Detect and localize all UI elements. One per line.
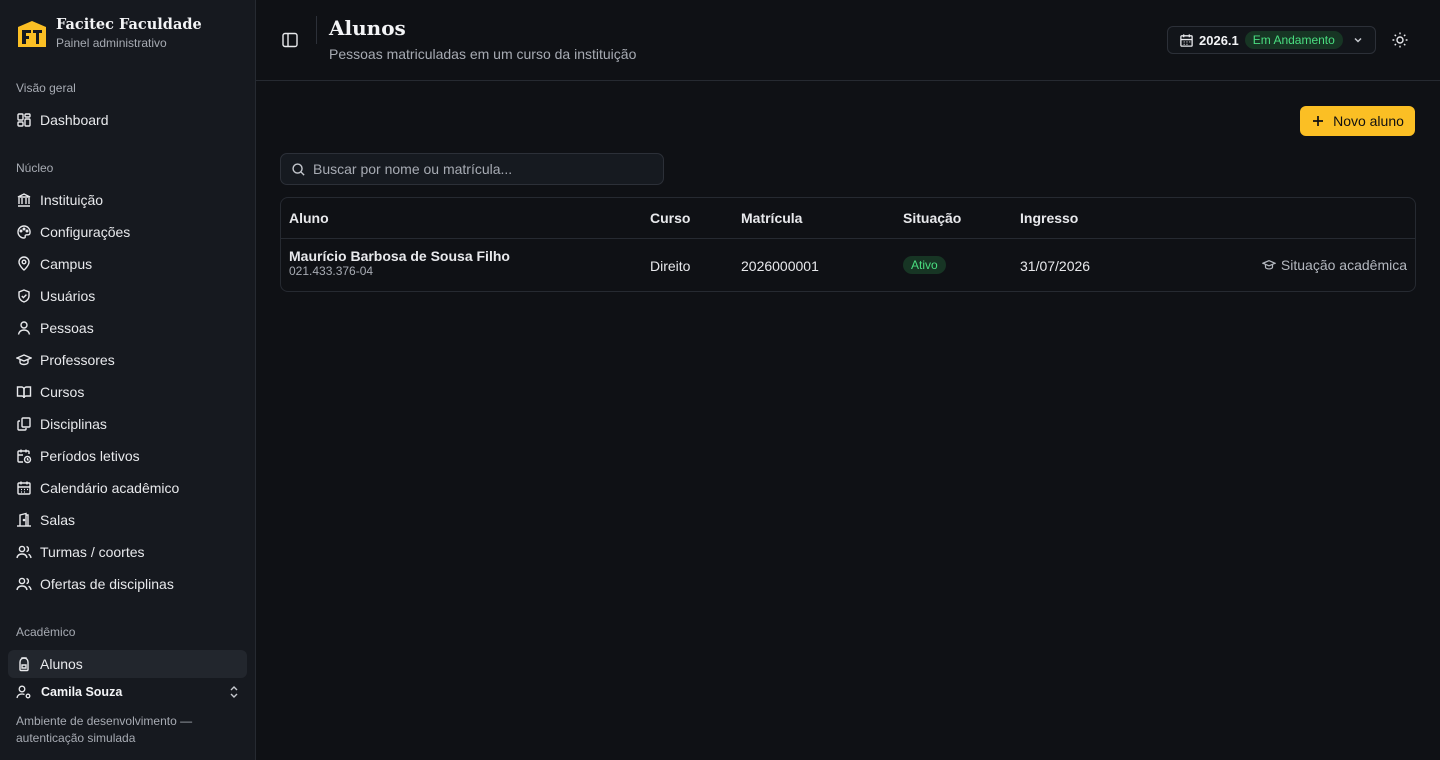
plus-icon [1313, 116, 1324, 126]
landmark-icon [17, 193, 31, 207]
period-year: 2026.1 [1199, 32, 1239, 48]
column-header-matricula: Matrícula [741, 210, 803, 226]
sidebar-item-periodos-letivos[interactable]: Períodos letivos [8, 442, 247, 470]
entry-date-cell: 31/07/2026 [1020, 258, 1091, 274]
period-selector[interactable]: 2026.1 Em Andamento [1167, 26, 1376, 54]
status-cell: Ativo [903, 256, 946, 274]
academic-status-link[interactable]: Situação acadêmica [1261, 257, 1407, 273]
section-title-nucleo: Núcleo [16, 161, 54, 175]
shield-check-icon [18, 289, 30, 303]
brand-logo-icon [18, 20, 46, 47]
sun-icon[interactable] [1390, 30, 1410, 50]
environment-note: Ambiente de desenvolvimento — autenticaç… [16, 714, 193, 745]
brand-subtitle: Painel administrativo [56, 36, 167, 50]
column-header-aluno: Aluno [289, 210, 329, 226]
sidebar-item-label: Turmas / coortes [40, 544, 145, 560]
chevrons-up-down-icon [230, 686, 238, 698]
new-student-button[interactable]: Novo aluno [1300, 106, 1415, 136]
sidebar-item-calendario-academico[interactable]: Calendário acadêmico [8, 474, 247, 502]
sidebar-item-label: Pessoas [40, 320, 94, 336]
page-header: Alunos Pessoas matriculadas em um curso … [256, 0, 1440, 81]
sidebar-item-label: Disciplinas [40, 416, 107, 432]
book-open-icon [16, 386, 32, 399]
sidebar-item-instituicao[interactable]: Instituição [8, 186, 247, 214]
sidebar-item-label: Ofertas de disciplinas [40, 576, 174, 592]
student-cell: Maurício Barbosa de Sousa Filho 021.433.… [289, 248, 510, 278]
table-header: Aluno Curso Matrícula Situação Ingresso [281, 198, 1415, 239]
dashboard-icon [17, 113, 31, 127]
sidebar-item-label: Calendário acadêmico [40, 480, 180, 496]
header-divider [316, 16, 317, 44]
section-title-academico: Acadêmico [16, 625, 76, 639]
course-cell: Direito [650, 258, 691, 274]
user-icon [17, 321, 31, 335]
column-header-ingresso: Ingresso [1020, 210, 1079, 226]
brand-name: Facitec Faculdade [56, 16, 202, 33]
sidebar-item-label: Cursos [40, 384, 85, 400]
search-icon [292, 162, 305, 176]
sidebar-item-dashboard[interactable]: Dashboard [8, 106, 247, 134]
graduation-cap-icon [16, 354, 32, 366]
files-icon [17, 417, 31, 431]
map-pin-icon [18, 256, 30, 271]
section-title-visao-geral: Visão geral [16, 81, 76, 95]
new-student-label: Novo aluno [1333, 113, 1404, 129]
page-subtitle: Pessoas matriculadas em um curso da inst… [329, 46, 637, 62]
sidebar-item-ofertas[interactable]: Ofertas de disciplinas [8, 570, 247, 598]
sidebar-toggle-icon[interactable] [280, 30, 300, 50]
sidebar-item-label: Campus [40, 256, 93, 272]
sidebar-item-turmas[interactable]: Turmas / coortes [8, 538, 247, 566]
sidebar-item-label: Períodos letivos [40, 448, 140, 464]
column-header-curso: Curso [650, 210, 691, 226]
sidebar: Facitec Faculdade Painel administrativo … [0, 0, 256, 760]
academic-status-label: Situação acadêmica [1280, 257, 1407, 273]
status-badge: Ativo [903, 256, 946, 274]
brand[interactable]: Facitec Faculdade Painel administrativo [16, 16, 202, 51]
graduation-cap-icon [1261, 259, 1276, 270]
sidebar-item-label: Configurações [40, 224, 131, 240]
sidebar-item-disciplinas[interactable]: Disciplinas [8, 410, 247, 438]
sidebar-item-cursos[interactable]: Cursos [8, 378, 247, 406]
student-name: Maurício Barbosa de Sousa Filho [289, 248, 510, 264]
sidebar-item-pessoas[interactable]: Pessoas [8, 314, 247, 342]
table-row[interactable]: Maurício Barbosa de Sousa Filho 021.433.… [281, 240, 1415, 292]
students-table: Aluno Curso Matrícula Situação Ingresso … [280, 197, 1416, 292]
column-header-situacao: Situação [903, 210, 962, 226]
calendar-icon [1180, 33, 1193, 47]
sidebar-item-label: Alunos [40, 656, 83, 672]
student-cpf: 021.433.376-04 [289, 264, 374, 278]
sidebar-item-campus[interactable]: Campus [8, 250, 247, 278]
sidebar-item-configuracoes[interactable]: Configurações [8, 218, 247, 246]
palette-icon [17, 225, 31, 239]
sidebar-item-label: Professores [40, 352, 115, 368]
period-status-badge: Em Andamento [1244, 31, 1343, 49]
search-box[interactable] [280, 153, 664, 185]
sidebar-item-label: Usuários [40, 288, 96, 304]
user-cog-icon [16, 685, 31, 699]
door-icon [17, 512, 31, 527]
sidebar-item-professores[interactable]: Professores [8, 346, 247, 374]
registration-cell: 2026000001 [741, 258, 819, 274]
sidebar-item-usuarios[interactable]: Usuários [8, 282, 247, 310]
sidebar-item-label: Dashboard [40, 112, 109, 128]
calendar-clock-icon [17, 449, 32, 464]
user-name: Camila Souza [41, 685, 123, 699]
chevron-down-icon [1354, 37, 1362, 43]
users-icon [16, 545, 32, 559]
calendar-icon [17, 481, 31, 495]
backpack-icon [19, 657, 29, 672]
search-input[interactable] [313, 161, 643, 177]
sidebar-item-salas[interactable]: Salas [8, 506, 247, 534]
page-title: Alunos [329, 16, 406, 40]
sidebar-item-alunos[interactable]: Alunos [8, 650, 247, 678]
sidebar-item-label: Instituição [40, 192, 104, 208]
user-menu[interactable]: Camila Souza [16, 684, 240, 700]
users-icon [16, 577, 32, 591]
sidebar-item-label: Salas [40, 512, 76, 528]
